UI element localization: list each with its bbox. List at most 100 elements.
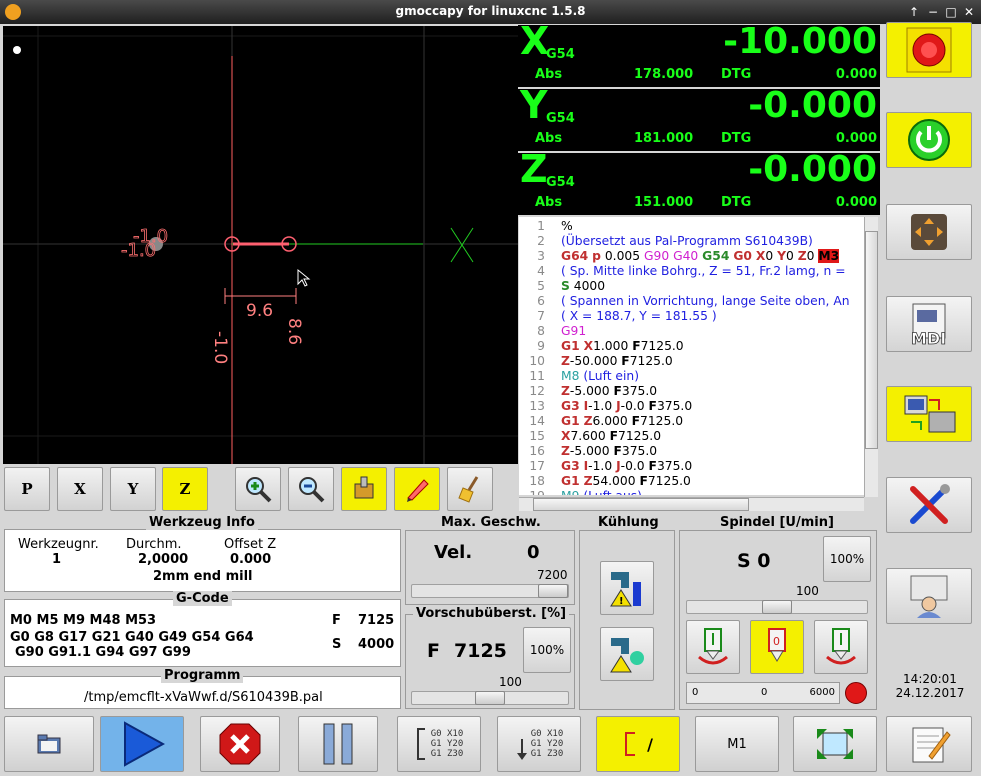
gcode-line[interactable]: 12 Z-5.000 F375.0	[519, 384, 864, 399]
keep-above-button[interactable]: ↑	[906, 4, 922, 20]
block-delete-icon	[625, 732, 636, 756]
gcode-vscrollbar[interactable]	[864, 217, 878, 497]
optional-stop-button[interactable]: M1	[695, 716, 779, 772]
view-y-icon: Y	[127, 480, 139, 498]
dro-y[interactable]: Y G54 -0.000 Abs 181.000 DTG 0.000	[518, 83, 880, 151]
gcode-line-number: 5	[537, 279, 545, 293]
mist-coolant-button[interactable]	[600, 627, 654, 681]
gcode-line[interactable]: 5 S 4000	[519, 279, 864, 294]
gcode-line[interactable]: 7 ( X = 188.7, Y = 181.55 )	[519, 309, 864, 324]
gcode-line[interactable]: 2 (Übersetzt aus Pal-Programm S610439B)	[519, 234, 864, 249]
step-bracket-icon	[416, 728, 425, 760]
gcode-line[interactable]: 14 G1 Z6.000 F7125.0	[519, 414, 864, 429]
clear-plot-button[interactable]	[447, 467, 493, 511]
gcode-line-text: M8 (Luft ein)	[561, 369, 640, 383]
gcode-line[interactable]: 10 Z-50.000 F7125.0	[519, 354, 864, 369]
maximize-button[interactable]: □	[943, 4, 959, 20]
stop-button[interactable]	[200, 716, 280, 772]
measure-button[interactable]	[341, 467, 387, 511]
run-from-line-button[interactable]: G0 X10 G1 Y20 G1 Z30	[497, 716, 581, 772]
max-speed-label: Vel.	[434, 542, 473, 563]
gcode-line[interactable]: 13 G3 I-1.0 J-0.0 F375.0	[519, 399, 864, 414]
gcode-view[interactable]: 1% 2 (Übersetzt aus Pal-Programm S610439B)…	[519, 217, 864, 495]
view-x-button[interactable]: X	[57, 467, 103, 511]
pause-icon	[323, 723, 353, 765]
view-y-button[interactable]: Y	[110, 467, 156, 511]
toolpath-preview[interactable]: -1.0 -1.0 9.6 -1.0 8.6	[3, 26, 518, 464]
open-file-button[interactable]	[4, 716, 94, 772]
spindle-reverse-button[interactable]	[814, 620, 868, 674]
mdi-mode-button[interactable]: MDI	[886, 296, 972, 352]
gcode-line[interactable]: 17 G3 I-1.0 J-0.0 F375.0	[519, 459, 864, 474]
feed-override-slider[interactable]	[411, 691, 569, 705]
feed-override-reset-button[interactable]: 100%	[523, 627, 571, 673]
max-speed-slider-thumb[interactable]	[538, 584, 568, 598]
gcode-line-text: Z-5.000 F375.0	[561, 444, 658, 458]
view-p-button[interactable]: P	[4, 467, 50, 511]
gcode-line[interactable]: 1%	[519, 219, 864, 234]
fullscreen-button[interactable]	[793, 716, 877, 772]
gcode-line[interactable]: 19 M9 (Luft aus)	[519, 489, 864, 495]
dro-value: -0.000	[748, 149, 877, 190]
pause-button[interactable]	[298, 716, 378, 772]
program-path: /tmp/emcflt-xVaWwf.d/S610439B.pal	[84, 690, 323, 705]
vscroll-thumb[interactable]	[865, 231, 878, 449]
gcode-line-text: S 4000	[561, 279, 606, 293]
gcode-hscrollbar[interactable]	[519, 497, 864, 511]
gcode-line[interactable]: 9 G1 X1.000 F7125.0	[519, 339, 864, 354]
tool-diameter-label: Durchm.	[126, 537, 182, 552]
hscroll-thumb[interactable]	[533, 498, 749, 511]
tool-offset-label: Offset Z	[224, 537, 277, 552]
dro-axis-label: Z	[520, 147, 548, 191]
gcode-line[interactable]: 15 X7.600 F7125.0	[519, 429, 864, 444]
spindle-forward-button[interactable]	[686, 620, 740, 674]
gcode-line[interactable]: 3 G64 p 0.005 G90 G40 G54 G0 X0 Y0 Z0 M3	[519, 249, 864, 264]
close-button[interactable]: ✕	[961, 4, 977, 20]
gcode-line[interactable]: 18 G1 Z54.000 F7125.0	[519, 474, 864, 489]
spindle-override-slider-thumb[interactable]	[762, 600, 792, 614]
max-speed-slider[interactable]	[411, 584, 569, 598]
gcode-line[interactable]: 11 M8 (Luft ein)	[519, 369, 864, 384]
edit-button[interactable]	[394, 467, 440, 511]
gcode-line[interactable]: 8 G91	[519, 324, 864, 339]
dro-abs-value: 178.000	[634, 67, 694, 82]
feed-override-title: Vorschubüberst. [%]	[413, 606, 570, 621]
block-delete-button[interactable]: /	[596, 716, 680, 772]
minimize-button[interactable]: −	[925, 4, 941, 20]
settings-button[interactable]	[886, 477, 972, 533]
gcode-line-number: 4	[537, 264, 545, 278]
spindle-bar-min: 0	[692, 687, 699, 698]
run-button[interactable]	[100, 716, 184, 772]
auto-mode-button[interactable]	[886, 386, 972, 442]
zoom-out-button[interactable]	[288, 467, 334, 511]
edit-file-button[interactable]	[886, 716, 972, 772]
user-tabs-button[interactable]	[886, 568, 972, 624]
max-speed-slider-max: 7200	[537, 568, 568, 582]
origin-icon	[13, 46, 21, 54]
gcode-line[interactable]: 4 ( Sp. Mitte linke Bohrg., Z = 51, Fr.2 …	[519, 264, 864, 279]
feed-override-slider-value: 100	[499, 675, 522, 689]
zoom-in-button[interactable]	[235, 467, 281, 511]
spindle-override-slider[interactable]	[686, 600, 868, 614]
gcode-line-text: ( Spannen in Vorrichtung, lange Seite ob…	[561, 294, 850, 308]
power-button[interactable]	[886, 112, 972, 168]
gcode-line[interactable]: 6 ( Spannen in Vorrichtung, lange Seite o…	[519, 294, 864, 309]
dro-dtg-label: DTG	[721, 67, 752, 82]
flood-coolant-button[interactable]: !	[600, 561, 654, 615]
manual-mode-button[interactable]	[886, 204, 972, 260]
dro-axis-label: X	[520, 19, 550, 63]
tool-info-title: Werkzeug Info	[146, 515, 258, 530]
window-title: gmoccapy for linuxcnc 1.5.8	[395, 4, 586, 18]
estop-button[interactable]	[886, 22, 972, 78]
max-speed-value: 0	[527, 542, 540, 563]
step-button[interactable]: G0 X10 G1 Y20 G1 Z30	[397, 716, 481, 772]
feed-override-slider-thumb[interactable]	[475, 691, 505, 705]
dro-z[interactable]: Z G54 -0.000 Abs 151.000 DTG 0.000	[518, 147, 880, 215]
max-speed-title: Max. Geschw.	[438, 515, 544, 530]
gcode-line-text: G1 Z54.000 F7125.0	[561, 474, 691, 488]
spindle-override-reset-button[interactable]: 100%	[823, 536, 871, 582]
dro-x[interactable]: X G54 -10.000 Abs 178.000 DTG 0.000	[518, 19, 880, 87]
gcode-line[interactable]: 16 Z-5.000 F375.0	[519, 444, 864, 459]
view-z-button[interactable]: Z	[162, 467, 208, 511]
spindle-stop-button[interactable]: 0	[750, 620, 804, 674]
